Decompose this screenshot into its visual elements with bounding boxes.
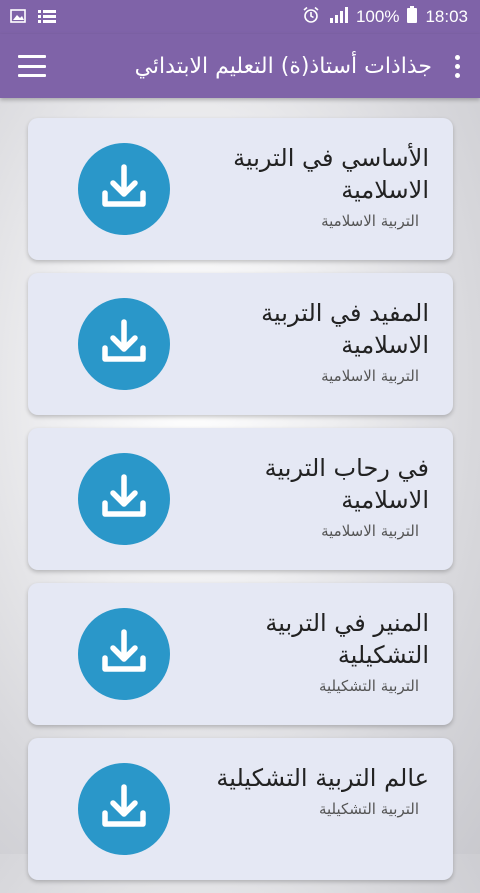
card-subtitle: التربية التشكيلية xyxy=(318,800,419,818)
image-notification-icon xyxy=(10,8,26,27)
download-icon xyxy=(96,159,152,219)
card-subtitle: التربية الاسلامية xyxy=(321,212,419,230)
card-title: المفيد في التربية الاسلامية xyxy=(261,299,429,359)
card-text: في رحاب التربية الاسلامية التربية الاسلام… xyxy=(189,452,429,540)
lesson-card[interactable]: الأساسي في التربية الاسلامية التربية الاس… xyxy=(28,118,453,260)
alarm-icon xyxy=(302,6,320,29)
status-bar: 100% 18:03 xyxy=(0,0,480,34)
card-text: الأساسي في التربية الاسلامية التربية الاس… xyxy=(189,142,429,230)
lesson-card[interactable]: في رحاب التربية الاسلامية التربية الاسلام… xyxy=(28,428,453,570)
lesson-card[interactable]: المفيد في التربية الاسلامية التربية الاسل… xyxy=(28,273,453,415)
card-subtitle: التربية الاسلامية xyxy=(321,367,419,385)
card-title: في رحاب التربية الاسلامية xyxy=(264,454,429,514)
lesson-card[interactable]: عالم التربية التشكيلية التربية التشكيلية xyxy=(28,738,453,880)
download-button[interactable] xyxy=(78,453,170,545)
download-icon xyxy=(96,624,152,684)
download-icon xyxy=(96,469,152,529)
app-bar: جذاذات أستاذ(ة) التعليم الابتدائي xyxy=(0,34,480,98)
download-icon xyxy=(96,314,152,374)
download-button[interactable] xyxy=(78,608,170,700)
app-title: جذاذات أستاذ(ة) التعليم الابتدائي xyxy=(134,53,432,79)
battery-icon xyxy=(407,6,418,28)
download-icon xyxy=(96,779,152,839)
clock: 18:03 xyxy=(425,7,468,26)
card-title: عالم التربية التشكيلية xyxy=(216,764,429,792)
signal-icon xyxy=(328,6,348,28)
menu-icon[interactable] xyxy=(18,55,46,77)
card-title: الأساسي في التربية الاسلامية xyxy=(233,144,429,204)
list-notification-icon xyxy=(38,8,56,27)
more-options-icon[interactable] xyxy=(452,54,462,78)
battery-level: 100% xyxy=(355,7,400,26)
card-subtitle: التربية الاسلامية xyxy=(321,522,419,540)
download-button[interactable] xyxy=(78,763,170,855)
lesson-list: الأساسي في التربية الاسلامية التربية الاس… xyxy=(28,118,453,893)
card-text: المفيد في التربية الاسلامية التربية الاسل… xyxy=(189,297,429,385)
download-button[interactable] xyxy=(78,143,170,235)
lesson-card[interactable]: المنير في التربية التشكيلية التربية التشك… xyxy=(28,583,453,725)
card-text: عالم التربية التشكيلية التربية التشكيلية xyxy=(189,762,429,818)
card-title: المنير في التربية التشكيلية xyxy=(265,609,429,669)
card-text: المنير في التربية التشكيلية التربية التشك… xyxy=(189,607,429,695)
card-subtitle: التربية التشكيلية xyxy=(318,677,419,695)
download-button[interactable] xyxy=(78,298,170,390)
